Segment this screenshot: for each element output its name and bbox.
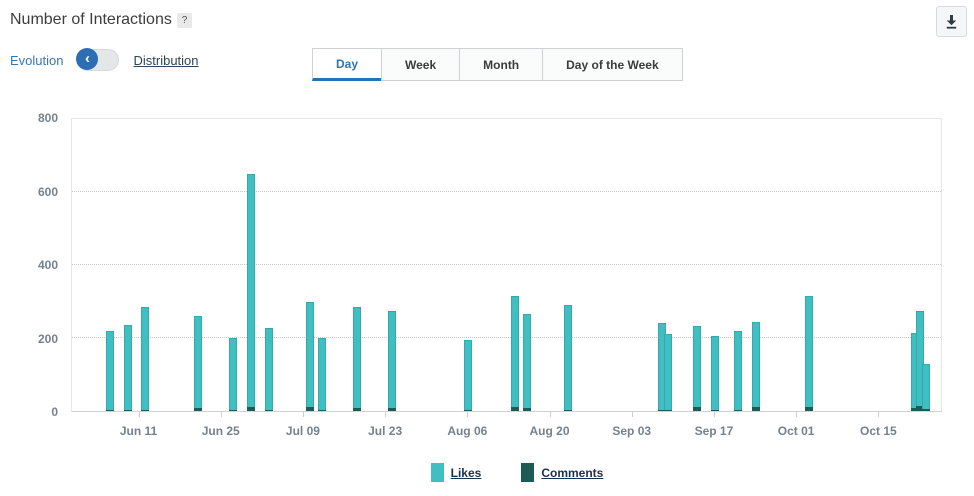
- bar-likes[interactable]: [664, 334, 672, 411]
- y-tick-label: 200: [8, 331, 58, 347]
- tab-month[interactable]: Month: [459, 48, 543, 81]
- distribution-link[interactable]: Distribution: [133, 53, 198, 68]
- bar-comments[interactable]: [734, 410, 742, 411]
- x-tick-label: Aug 20: [515, 424, 585, 438]
- bar-comments[interactable]: [306, 407, 314, 411]
- help-icon[interactable]: ?: [177, 13, 192, 28]
- bar-likes[interactable]: [318, 338, 326, 411]
- x-tick-mark: [878, 412, 879, 417]
- bar-likes[interactable]: [247, 174, 255, 411]
- gridline: [72, 264, 941, 265]
- likes-swatch: [431, 463, 444, 482]
- bar-likes[interactable]: [734, 331, 742, 411]
- bar-comments[interactable]: [353, 408, 361, 411]
- x-tick-label: Jun 11: [104, 424, 174, 438]
- bar-comments[interactable]: [511, 407, 519, 411]
- bar-comments[interactable]: [752, 407, 760, 411]
- x-tick-label: Jun 25: [186, 424, 256, 438]
- x-tick-mark: [139, 412, 140, 417]
- bar-likes[interactable]: [229, 338, 237, 411]
- x-tick-label: Sep 03: [597, 424, 667, 438]
- gridline: [72, 191, 941, 192]
- chart-legend: Likes Comments: [30, 463, 974, 482]
- bar-likes[interactable]: [464, 340, 472, 411]
- download-button[interactable]: [936, 6, 967, 37]
- y-tick-label: 800: [8, 110, 58, 126]
- bar-likes[interactable]: [141, 307, 149, 411]
- bar-likes[interactable]: [922, 364, 930, 411]
- bar-comments[interactable]: [194, 408, 202, 411]
- bar-comments[interactable]: [711, 410, 719, 411]
- bar-likes[interactable]: [752, 322, 760, 411]
- bar-likes[interactable]: [523, 314, 531, 411]
- bar-comments[interactable]: [805, 407, 813, 411]
- interactions-widget: Number of Interactions ? Evolution ‹ Dis…: [0, 0, 974, 496]
- bar-likes[interactable]: [693, 326, 701, 411]
- bar-likes[interactable]: [388, 311, 396, 411]
- legend-item-comments[interactable]: Comments: [521, 463, 603, 482]
- chevron-left-icon: ‹: [76, 48, 98, 70]
- bar-comments[interactable]: [564, 410, 572, 411]
- y-tick-label: 400: [8, 257, 58, 273]
- granularity-tabs: Day Week Month Day of the Week: [313, 48, 683, 81]
- x-tick-mark: [550, 412, 551, 417]
- x-tick-mark: [303, 412, 304, 417]
- x-tick-label: Oct 01: [761, 424, 831, 438]
- x-tick-mark: [796, 412, 797, 417]
- legend-label: Comments: [541, 466, 603, 480]
- x-tick-label: Jul 23: [350, 424, 420, 438]
- bar-comments[interactable]: [523, 408, 531, 411]
- bar-comments[interactable]: [247, 407, 255, 411]
- legend-label: Likes: [451, 466, 482, 480]
- comments-swatch: [521, 463, 534, 482]
- x-tick-mark: [714, 412, 715, 417]
- plot-area: [71, 118, 942, 412]
- bar-likes[interactable]: [564, 305, 572, 411]
- bar-comments[interactable]: [124, 410, 132, 411]
- bar-likes[interactable]: [306, 302, 314, 412]
- bar-comments[interactable]: [388, 408, 396, 411]
- tab-day[interactable]: Day: [312, 48, 382, 81]
- mode-toggle-switch[interactable]: ‹: [77, 49, 119, 71]
- bar-likes[interactable]: [265, 328, 273, 411]
- y-tick-label: 600: [8, 184, 58, 200]
- bar-comments[interactable]: [106, 410, 114, 411]
- bar-comments[interactable]: [664, 410, 672, 411]
- bar-comments[interactable]: [229, 410, 237, 411]
- view-mode-controls: Evolution ‹ Distribution: [10, 49, 199, 71]
- page-title: Number of Interactions: [10, 11, 172, 29]
- bar-likes[interactable]: [711, 336, 719, 411]
- evolution-link[interactable]: Evolution: [10, 53, 63, 68]
- legend-item-likes[interactable]: Likes: [431, 463, 482, 482]
- y-tick-label: 0: [8, 404, 58, 420]
- bar-comments[interactable]: [693, 407, 701, 411]
- x-tick-label: Aug 06: [432, 424, 502, 438]
- bar-likes[interactable]: [353, 307, 361, 411]
- download-icon: [944, 14, 959, 30]
- x-tick-mark: [632, 412, 633, 417]
- bar-likes[interactable]: [106, 331, 114, 411]
- bar-comments[interactable]: [922, 409, 930, 411]
- tab-week[interactable]: Week: [381, 48, 460, 81]
- bar-comments[interactable]: [265, 410, 273, 411]
- bar-likes[interactable]: [124, 325, 132, 411]
- x-tick-label: Sep 17: [679, 424, 749, 438]
- bar-comments[interactable]: [141, 410, 149, 411]
- bar-comments[interactable]: [464, 410, 472, 411]
- x-tick-mark: [467, 412, 468, 417]
- x-tick-mark: [221, 412, 222, 417]
- bar-likes[interactable]: [511, 296, 519, 411]
- x-tick-label: Oct 15: [843, 424, 913, 438]
- bar-likes[interactable]: [805, 296, 813, 411]
- x-tick-label: Jul 09: [268, 424, 338, 438]
- x-tick-mark: [385, 412, 386, 417]
- bar-likes[interactable]: [194, 316, 202, 411]
- tab-day-of-week[interactable]: Day of the Week: [542, 48, 682, 81]
- bar-comments[interactable]: [318, 410, 326, 411]
